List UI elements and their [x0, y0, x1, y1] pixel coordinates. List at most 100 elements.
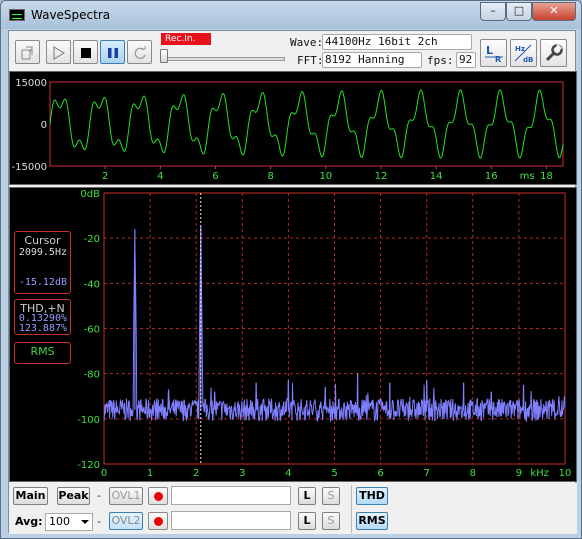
waveform-x-tick-label: 6: [212, 171, 218, 182]
spectrum-panel[interactable]: 1 2 3 4 5 6 7 8 9 10 0 kHz 0dB -20 -40 -60 -80 -100 -120 C…: [9, 187, 577, 482]
input-level-slider[interactable]: [161, 57, 285, 61]
app-window: WaveSpectra – □ ✕ Rec.In. Wave: 44100Hz …: [0, 0, 582, 539]
spectrum-x-tick-label: 9: [516, 468, 522, 479]
spectrum-chart: 1 2 3 4 5 6 7 8 9 10 0 kHz 0dB -20 -40 -60 -80 -100 -120: [77, 189, 572, 479]
waveform-y-tick-label: 0: [41, 120, 47, 131]
svg-text:dB: dB: [523, 56, 533, 64]
settings-wrench-icon: [545, 43, 563, 62]
ovl2-record-button[interactable]: [148, 512, 168, 530]
client-area: Rec.In. Wave: 44100Hz 16bit 2ch FFT: 819…: [8, 30, 577, 534]
toolbar: Rec.In. Wave: 44100Hz 16bit 2ch FFT: 819…: [9, 31, 577, 71]
waveform-x-tick-label: 4: [157, 171, 163, 182]
waveform-plot-frame: [49, 81, 564, 167]
cursor-frequency: 2099.5Hz: [18, 247, 67, 258]
spectrum-x-tick-label: 1: [147, 468, 153, 479]
spectrum-x-tick-label: 8: [470, 468, 476, 479]
waveform-x-tick-label: 18: [540, 171, 553, 182]
title-bar[interactable]: WaveSpectra – □ ✕: [1, 1, 581, 29]
ovl1-name-field[interactable]: [171, 486, 291, 505]
input-level-slider-thumb[interactable]: [160, 49, 168, 63]
waveform-x-tick-label: 14: [430, 171, 443, 182]
thd-readout: THD,+N 0.13290% 123.887%: [14, 299, 71, 335]
ovl2-s-button[interactable]: S: [322, 512, 340, 530]
spectrum-x-tick-label: 3: [239, 468, 245, 479]
dash-separator: -: [97, 489, 101, 502]
spectrum-x-origin-label: 0: [101, 468, 107, 479]
spectrum-x-tick-label: 10: [559, 468, 572, 479]
spectrum-x-tick-label: 4: [285, 468, 291, 479]
wave-label: Wave:: [290, 36, 324, 49]
dash-separator-2: -: [97, 515, 101, 528]
hz-db-scale-icon: Hz dB: [514, 44, 533, 64]
spectrum-x-tick-label: 6: [377, 468, 383, 479]
maximize-button[interactable]: □: [506, 2, 532, 21]
svg-text:R: R: [495, 55, 501, 64]
waveform-y-tick-label: -15000: [12, 162, 47, 173]
waveform-panel[interactable]: 2 4 6 8 10 12 14 16 18 ms 15000 0 -15000: [9, 71, 577, 185]
spectrum-x-tick-label: 2: [193, 468, 199, 479]
rms-title: RMS: [30, 345, 55, 358]
avg-select[interactable]: 100: [45, 513, 93, 531]
settings-button[interactable]: [540, 39, 567, 67]
lr-channel-button[interactable]: LR: [480, 39, 507, 67]
stop-button[interactable]: [73, 40, 98, 64]
minimize-button[interactable]: –: [480, 2, 506, 21]
spectrum-y-tick-label: 0dB: [80, 189, 100, 200]
close-button[interactable]: ✕: [532, 2, 576, 21]
spectrum-y-tick-label: -100: [77, 415, 100, 426]
spectrum-y-tick-label: -120: [77, 460, 100, 471]
spectrum-y-tick-label: -20: [84, 234, 100, 245]
stop-icon: [81, 48, 91, 58]
divider: [351, 485, 352, 533]
waveform-x-unit: ms: [520, 171, 535, 182]
play-button[interactable]: [46, 40, 71, 64]
peak-button[interactable]: Peak: [57, 487, 90, 505]
reload-icon: [134, 46, 146, 59]
chevron-down-icon: [81, 520, 89, 524]
pause-button[interactable]: [100, 40, 125, 64]
bottom-controls: Main Peak - OVL1 L S Avg: 100 - OVL2 L S…: [9, 483, 577, 534]
spectrum-x-tick-label: 5: [331, 468, 337, 479]
svg-text:Hz: Hz: [515, 45, 525, 53]
app-icon: [9, 9, 25, 21]
cursor-title: Cursor: [24, 234, 61, 247]
reload-button[interactable]: [127, 40, 152, 64]
ovl2-button[interactable]: OVL2: [109, 512, 143, 530]
waveform-x-tick-label: 8: [267, 171, 273, 182]
spectrum-y-tick-label: -40: [84, 279, 100, 290]
spectrum-x-unit: kHz: [530, 468, 549, 479]
waveform-x-tick-label: 16: [485, 171, 498, 182]
avg-select-value: 100: [49, 515, 70, 528]
ovl1-button[interactable]: OVL1: [109, 487, 143, 505]
main-button[interactable]: Main: [13, 487, 48, 505]
ovl1-l-button[interactable]: L: [298, 487, 316, 505]
ovl1-s-button[interactable]: S: [322, 487, 340, 505]
open-file-button[interactable]: [15, 40, 40, 64]
wave-format-value: 44100Hz 16bit 2ch: [322, 34, 472, 50]
open-file-icon: [21, 46, 33, 60]
waveform-x-tick-label: 10: [319, 171, 332, 182]
pause-icon: [108, 48, 118, 58]
lr-channel-icon: LR: [485, 44, 503, 64]
fft-settings-value: 8192 Hanning: [322, 52, 422, 68]
avg-label: Avg:: [15, 515, 43, 528]
rms-button[interactable]: RMS: [356, 512, 388, 530]
ovl2-name-field[interactable]: [171, 511, 291, 530]
waveform-x-tick-label: 2: [102, 171, 108, 182]
cursor-level: -15.12dB: [18, 277, 67, 288]
fps-label: fps:: [427, 54, 454, 67]
hz-db-scale-button[interactable]: Hz dB: [510, 39, 537, 67]
cursor-readout: Cursor 2099.5Hz -15.12dB: [14, 231, 71, 294]
thd-button[interactable]: THD: [356, 487, 388, 505]
ovl2-l-button[interactable]: L: [298, 512, 316, 530]
spectrum-x-tick-label: 7: [424, 468, 430, 479]
waveform-y-tick-label: 15000: [15, 78, 47, 89]
spectrum-y-tick-label: -60: [84, 325, 100, 336]
rec-input-label: Rec.In.: [161, 33, 211, 45]
svg-text:L: L: [486, 44, 493, 57]
fft-label: FFT:: [297, 54, 324, 67]
fps-value: 92: [456, 52, 476, 68]
ovl1-record-button[interactable]: [148, 487, 168, 505]
waveform-chart: 2 4 6 8 10 12 14 16 18 ms 15000 0 -15000: [12, 78, 564, 182]
waveform-x-tick-label: 12: [375, 171, 388, 182]
